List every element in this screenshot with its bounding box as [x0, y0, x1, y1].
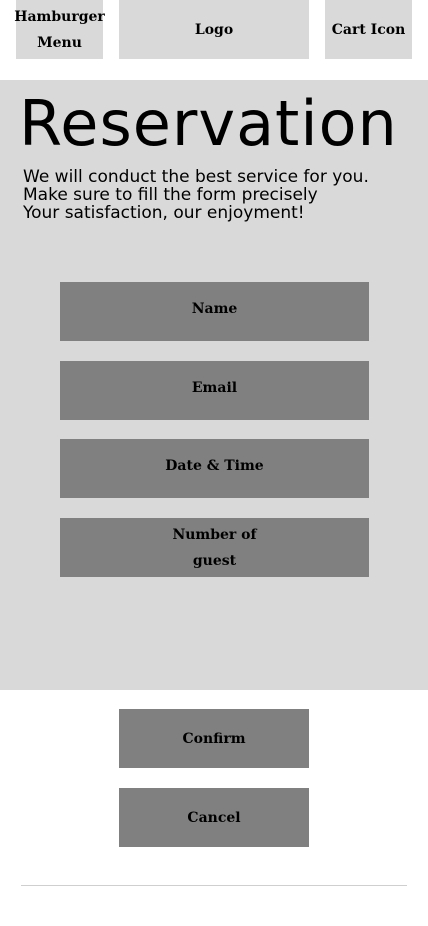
- cancel-button-label: Cancel: [187, 809, 241, 826]
- email-field[interactable]: Email: [60, 361, 369, 420]
- hamburger-menu-button[interactable]: Hamburger Menu: [14, 0, 105, 59]
- name-field[interactable]: Name: [60, 282, 369, 341]
- page-title: Reservation: [19, 87, 398, 160]
- name-field-label: Name: [191, 301, 238, 317]
- reservation-description: We will conduct the best service for you…: [23, 168, 369, 222]
- description-line: We will conduct the best service for you…: [23, 167, 369, 187]
- date-time-field-label: Date & Time: [165, 458, 264, 474]
- logo-label: Logo: [194, 21, 234, 38]
- cart-icon-label: Cart Icon: [331, 21, 406, 38]
- description-line: Your satisfaction, our enjoyment!: [23, 203, 305, 223]
- cart-icon-button[interactable]: Cart Icon: [325, 0, 412, 59]
- description-line: Make sure to fill the form precisely: [23, 185, 318, 205]
- cancel-button[interactable]: Cancel: [119, 788, 309, 847]
- email-field-label: Email: [191, 380, 238, 396]
- confirm-button-label: Confirm: [182, 730, 246, 747]
- hamburger-menu-label: Hamburger Menu: [14, 8, 105, 51]
- footer-divider: [21, 885, 407, 886]
- confirm-button[interactable]: Confirm: [119, 709, 309, 768]
- date-time-field[interactable]: Date & Time: [60, 439, 369, 498]
- number-of-guest-field-label: Number of guest: [172, 526, 257, 569]
- logo[interactable]: Logo: [119, 0, 309, 59]
- number-of-guest-field[interactable]: Number of guest: [60, 518, 369, 577]
